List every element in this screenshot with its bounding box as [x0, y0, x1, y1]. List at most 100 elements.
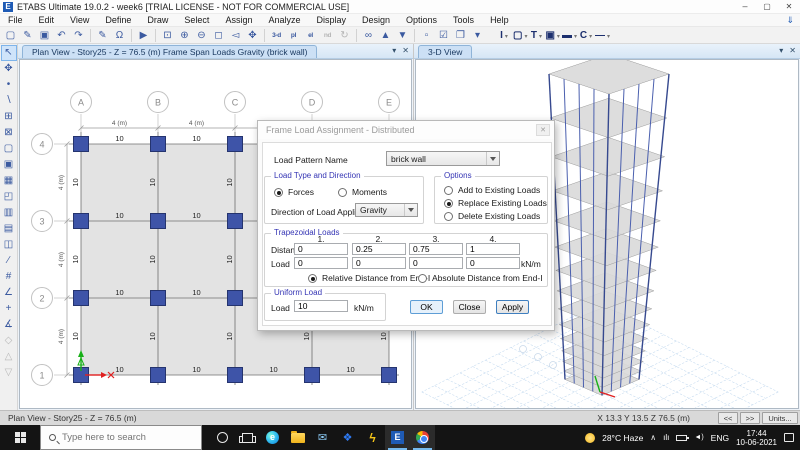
story-prev-button[interactable]: << [718, 412, 738, 424]
minimize-icon[interactable] [734, 0, 756, 13]
add-to-existing-loads-radio[interactable]: Add to Existing Loads [444, 185, 540, 195]
delete-existing-loads-radio[interactable]: Delete Existing Loads [444, 211, 540, 221]
volume-icon[interactable]: ◄) [694, 434, 703, 441]
trap-load-3-input[interactable] [409, 257, 463, 269]
set-display-options-icon[interactable]: ☑ [436, 28, 451, 43]
clock[interactable]: 17:44 10-06-2021 [736, 429, 777, 447]
dialog-close-icon[interactable]: ✕ [536, 124, 550, 136]
story-next-button[interactable]: >> [740, 412, 760, 424]
distance-2-input[interactable] [352, 243, 406, 255]
snap-edges-icon[interactable]: ▽ [1, 365, 17, 381]
tray-chevron-icon[interactable]: ∧ [650, 433, 656, 442]
draw-dimension-icon[interactable]: ∠ [1, 285, 17, 301]
redo-icon[interactable]: ↷ [71, 28, 86, 43]
ok-button[interactable]: OK [410, 300, 443, 314]
taskbar-etabs[interactable]: E [385, 425, 410, 450]
menu-file[interactable]: File [0, 14, 31, 27]
zoom-in-icon[interactable]: ⊕ [177, 28, 192, 43]
draw-rect-floor-icon[interactable]: ▣ [1, 157, 17, 173]
weather-icon[interactable] [585, 432, 596, 443]
direction-select[interactable]: Gravity [355, 203, 418, 217]
move-up-story-icon[interactable]: ▲ [378, 28, 393, 43]
taskbar-dropbox[interactable]: ❖ [335, 425, 360, 450]
draw-joint-icon[interactable]: • [1, 77, 17, 93]
open-model-icon[interactable]: ✎ [20, 28, 35, 43]
menu-analyze[interactable]: Analyze [260, 14, 308, 27]
taskbar-edge[interactable]: e [260, 425, 285, 450]
draw-opening-icon[interactable]: ◫ [1, 237, 17, 253]
3d-tab-close-icon[interactable] [789, 44, 796, 58]
draw-poly-area-icon[interactable]: ◰ [1, 189, 17, 205]
move-down-story-icon[interactable]: ▼ [395, 28, 410, 43]
battery-icon[interactable] [676, 434, 690, 441]
network-icon[interactable]: ılı [663, 433, 669, 442]
menu-help[interactable]: Help [482, 14, 517, 27]
menu-assign[interactable]: Assign [217, 14, 260, 27]
distance-3-input[interactable] [409, 243, 463, 255]
model-alive-icon[interactable] [786, 15, 794, 26]
menu-edit[interactable]: Edit [31, 14, 63, 27]
rubber-band-zoom-icon[interactable]: ⊡ [160, 28, 175, 43]
3d-view-tab[interactable]: 3-D View [418, 45, 473, 58]
elevation-view-icon[interactable]: el [303, 28, 318, 43]
line-object-dropdown[interactable]: — [595, 28, 610, 43]
node-view-icon[interactable]: nd [320, 28, 335, 43]
distance-1-input[interactable] [294, 243, 348, 255]
wall-section-dropdown[interactable]: ▣ [545, 28, 559, 43]
run-analysis-icon[interactable]: ▶ [136, 28, 151, 43]
lock-model-icon[interactable]: Ω [112, 28, 127, 43]
apply-button[interactable]: Apply [496, 300, 529, 314]
dropdown-more-icon[interactable]: ▾ [470, 28, 485, 43]
menu-tools[interactable]: Tools [445, 14, 482, 27]
taskbar-power-tool[interactable]: ϟ [360, 425, 385, 450]
forces-radio[interactable]: Forces [274, 187, 314, 197]
zoom-previous-icon[interactable]: ◅ [228, 28, 243, 43]
taskbar-chrome[interactable] [410, 425, 435, 450]
moments-radio[interactable]: Moments [338, 187, 387, 197]
draw-braces-icon[interactable]: ⊠ [1, 125, 17, 141]
draw-floor-icon[interactable]: ▢ [1, 141, 17, 157]
strip-section-dropdown[interactable]: ▬ [562, 28, 577, 43]
rotate-3d-view-icon[interactable]: ↻ [337, 28, 352, 43]
menu-design[interactable]: Design [354, 14, 398, 27]
zoom-full-icon[interactable]: ◻ [211, 28, 226, 43]
menu-view[interactable]: View [62, 14, 97, 27]
select-pointer-icon[interactable]: ↖ [0, 45, 17, 61]
frame-i-section-dropdown[interactable]: I [497, 28, 511, 43]
load-pattern-select[interactable]: brick wall [386, 151, 500, 166]
plan-view-icon[interactable]: pl [286, 28, 301, 43]
menu-display[interactable]: Display [308, 14, 354, 27]
action-center-icon[interactable] [784, 433, 794, 442]
undo-icon[interactable]: ↶ [54, 28, 69, 43]
object-shrink-toggle-icon[interactable]: ▫ [419, 28, 434, 43]
snap-points-icon[interactable]: ◇ [1, 333, 17, 349]
close-button[interactable]: Close [453, 300, 486, 314]
weather-text[interactable]: 28°C Haze [602, 433, 643, 443]
search-input[interactable] [62, 432, 182, 443]
snap-lines-icon[interactable]: △ [1, 349, 17, 365]
relative-distance-radio[interactable]: Relative Distance from End-I [308, 273, 430, 283]
draw-mode-icon[interactable]: ✎ [95, 28, 110, 43]
draw-frame-icon[interactable]: ∖ [1, 93, 17, 109]
taskbar-task-view[interactable] [235, 425, 260, 450]
draw-quick-floor-icon[interactable]: ▦ [1, 173, 17, 189]
plan-view-tab[interactable]: Plan View - Story25 - Z = 76.5 (m) Frame… [22, 45, 318, 58]
maximize-icon[interactable] [756, 0, 778, 13]
taskbar-file-explorer[interactable] [285, 425, 310, 450]
reshape-object-icon[interactable]: ✥ [1, 61, 17, 77]
measure-tool-icon[interactable]: ∡ [1, 317, 17, 333]
menu-draw[interactable]: Draw [139, 14, 176, 27]
dialog-title[interactable]: Frame Load Assignment - Distributed [258, 121, 554, 139]
plan-tab-menu-icon[interactable] [392, 44, 396, 58]
menu-select[interactable]: Select [176, 14, 217, 27]
absolute-distance-radio[interactable]: Absolute Distance from End-I [418, 273, 543, 283]
menu-define[interactable]: Define [97, 14, 139, 27]
pan-icon[interactable]: ✥ [245, 28, 260, 43]
taskbar-cortana[interactable] [210, 425, 235, 450]
trap-load-2-input[interactable] [352, 257, 406, 269]
edit-shell-grid-icon[interactable]: # [1, 269, 17, 285]
plan-tab-close-icon[interactable] [402, 44, 409, 58]
start-button[interactable] [0, 425, 40, 450]
taskbar-search[interactable] [40, 425, 202, 450]
menu-options[interactable]: Options [398, 14, 445, 27]
